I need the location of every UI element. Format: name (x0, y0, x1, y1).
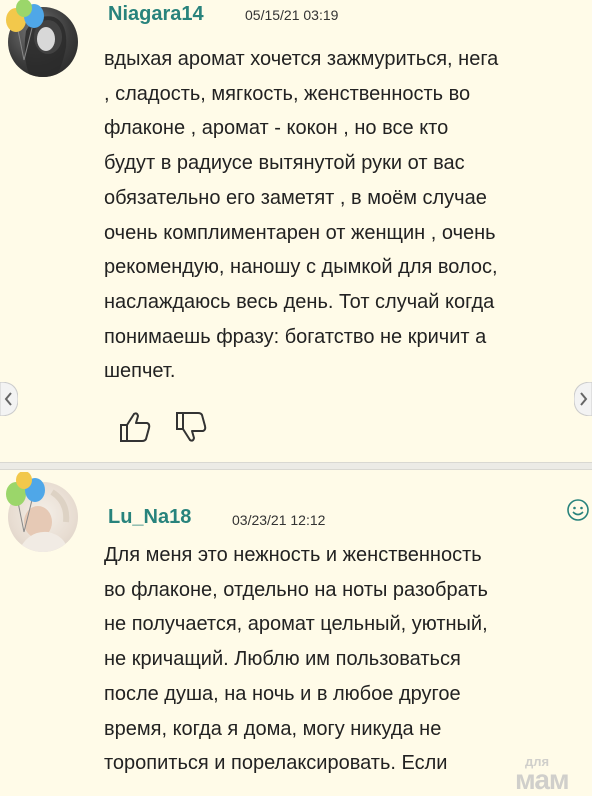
comment-date: 05/15/21 03:19 (245, 7, 339, 23)
comment-text: вдыхая аромат хочется зажмуриться, нега … (104, 48, 499, 383)
comment-text: Для меня это нежность и женственность во… (104, 544, 488, 775)
comment-divider (0, 462, 592, 470)
comment-card: Niagara14 05/15/21 03:19 вдыхая аромат х… (0, 0, 592, 462)
comment-date: 03/23/21 12:12 (232, 512, 326, 528)
scroll-left-icon[interactable] (0, 382, 18, 416)
smiley-icon[interactable] (566, 498, 590, 522)
thumbs-down-icon[interactable] (174, 410, 208, 444)
watermark-line-2: мам (515, 764, 570, 795)
watermark: для мам (515, 754, 585, 796)
username[interactable]: Lu_Na18 (108, 506, 191, 529)
balloons-icon (6, 472, 45, 533)
username[interactable]: Niagara14 (108, 3, 204, 26)
thumbs-up-icon[interactable] (118, 410, 152, 444)
comment-card: Lu_Na18 03/23/21 12:12 Для меня это нежн… (0, 470, 592, 796)
scroll-right-icon[interactable] (574, 382, 592, 416)
balloons-icon (6, 0, 44, 61)
